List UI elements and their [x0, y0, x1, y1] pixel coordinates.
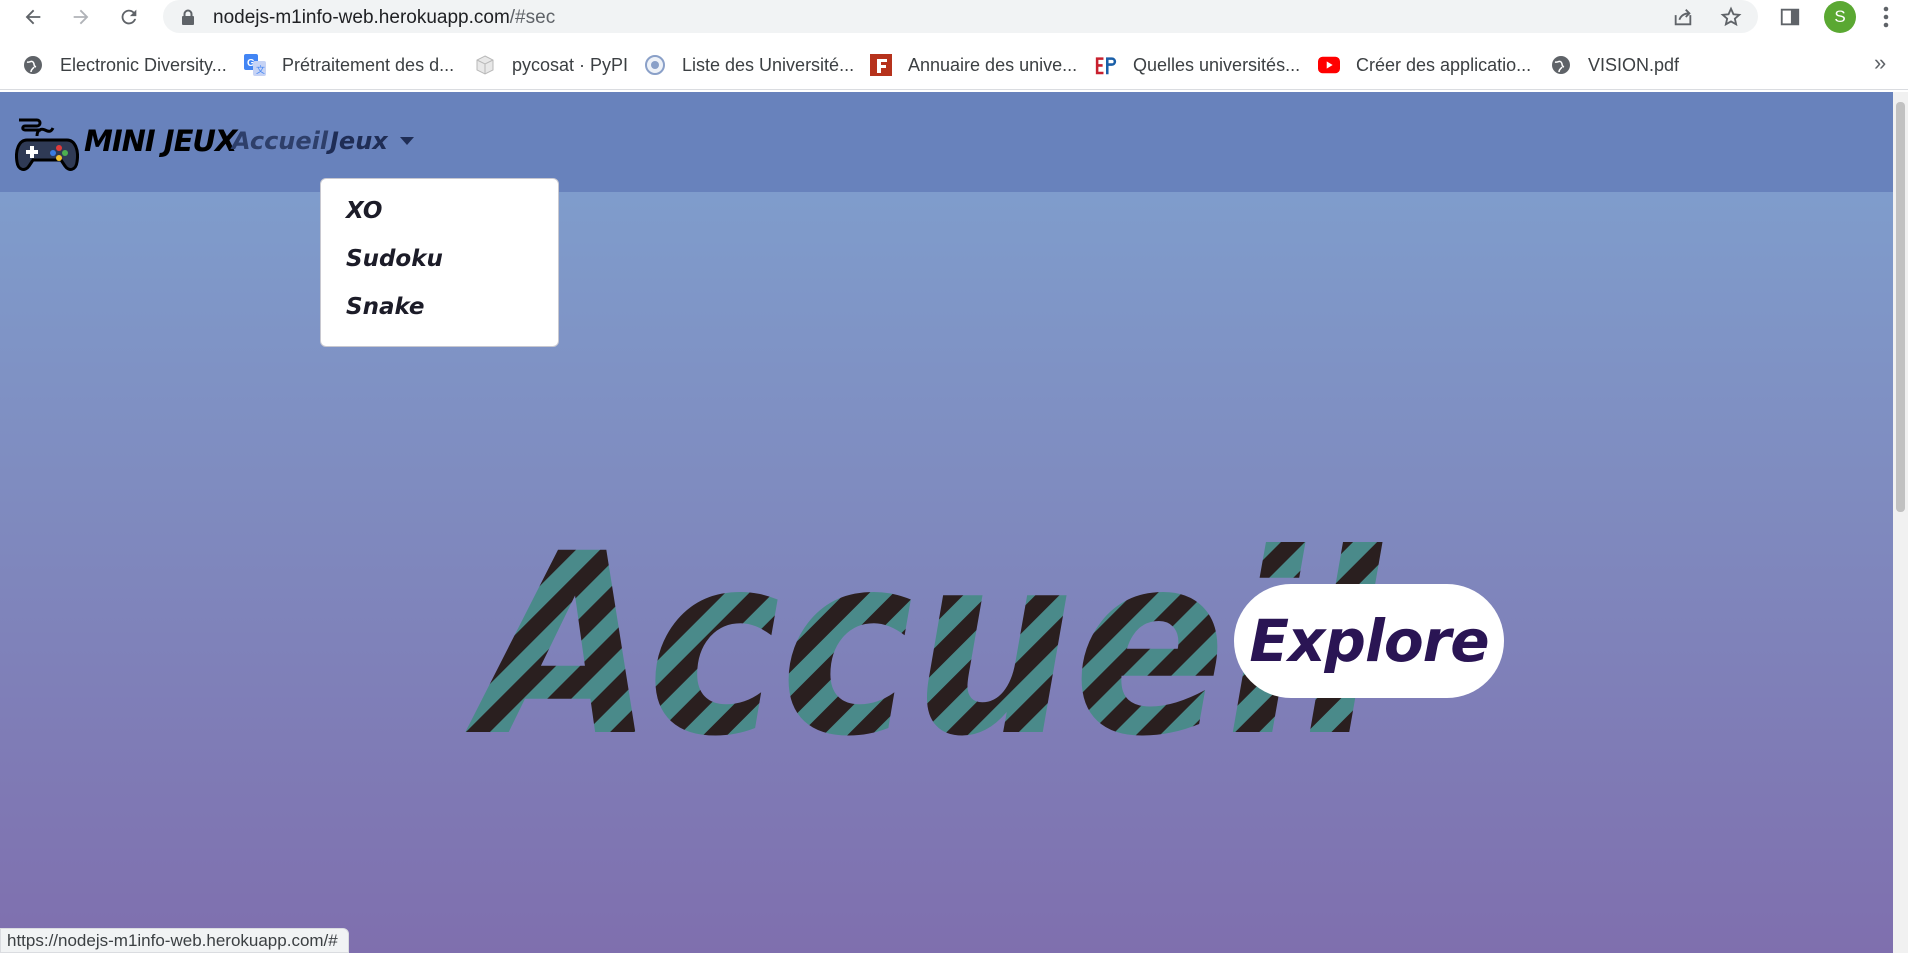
page-scrollbar[interactable]	[1893, 92, 1908, 953]
bookmark-label: Prétraitement des d...	[282, 54, 455, 75]
bookmark-item[interactable]: Liste des Université...	[644, 52, 854, 78]
bookmark-label: Liste des Université...	[682, 54, 855, 75]
address-bar[interactable]: nodejs-m1info-web.herokuapp.com/#sec	[163, 0, 1758, 33]
bookmark-item[interactable]: Annuaire des unive...	[870, 52, 1077, 78]
forward-arrow-icon	[73, 9, 89, 25]
back-button[interactable]	[19, 3, 47, 31]
bookmark-label: VISION.pdf	[1588, 54, 1680, 75]
status-bar-url: https://nodejs-m1info-web.herokuapp.com/…	[0, 928, 349, 953]
reload-button[interactable]	[115, 3, 143, 31]
bookmark-label: Créer des applicatio...	[1356, 54, 1532, 75]
bookmark-label: pycosat · PyPI	[512, 54, 629, 75]
dropdown-item-sudoku[interactable]: Sudoku	[346, 246, 443, 272]
bookmark-label: Electronic Diversity...	[60, 54, 227, 75]
side-panel-icon[interactable]	[1777, 4, 1803, 30]
seal-icon	[644, 54, 666, 76]
bookmark-item[interactable]: G文 Prétraitement des d...	[244, 52, 454, 78]
url-host: nodejs-m1info-web.herokuapp.com	[213, 7, 510, 28]
ep-logo-icon	[1095, 54, 1117, 76]
menu-kebab-icon[interactable]	[1873, 4, 1899, 30]
svg-text:文: 文	[256, 64, 265, 75]
bookmark-label: Annuaire des unive...	[908, 54, 1078, 75]
pypi-cube-icon	[474, 54, 496, 76]
bookmark-label: Quelles universités...	[1133, 54, 1301, 75]
f-logo-icon	[870, 54, 892, 76]
bookmark-item[interactable]: Quelles universités...	[1095, 52, 1300, 78]
back-arrow-icon	[25, 9, 41, 25]
share-icon[interactable]	[1671, 5, 1695, 29]
bookmark-star-icon[interactable]	[1719, 5, 1743, 29]
dropdown-item-snake[interactable]: Snake	[346, 294, 425, 320]
bookmarks-bar: Electronic Diversity... G文 Prétraitement…	[0, 40, 1908, 90]
dropdown-item-xo[interactable]: XO	[346, 198, 382, 224]
browser-toolbar: nodejs-m1info-web.herokuapp.com/#sec S	[0, 0, 1908, 35]
url-path: /#sec	[509, 7, 556, 28]
lock-icon	[181, 9, 195, 30]
hero-title-graphic: Accueil	[465, 500, 1383, 791]
google-translate-icon: G文	[244, 54, 266, 76]
jeux-dropdown-menu: XO Sudoku Snake	[320, 178, 559, 347]
bookmark-item[interactable]: VISION.pdf	[1550, 52, 1679, 78]
reload-icon	[121, 9, 137, 25]
bookmarks-overflow-button[interactable]: »	[1874, 50, 1886, 76]
explore-button[interactable]: Explore	[1234, 584, 1504, 698]
explore-button-label: Explore	[1249, 607, 1489, 675]
url-text: nodejs-m1info-web.herokuapp.com/#sec	[213, 7, 555, 29]
page-content: MINI JEUX Accueil Jeux Accueil Explore X…	[0, 92, 1900, 953]
youtube-icon	[1318, 54, 1340, 76]
bookmark-item[interactable]: pycosat · PyPI	[474, 52, 628, 78]
forward-button[interactable]	[67, 3, 95, 31]
globe-icon	[1550, 54, 1572, 76]
bookmark-item[interactable]: Electronic Diversity...	[22, 52, 227, 78]
avatar-letter: S	[1834, 7, 1846, 26]
scrollbar-thumb[interactable]	[1896, 102, 1905, 512]
bookmark-item[interactable]: Créer des applicatio...	[1318, 52, 1531, 78]
globe-icon	[22, 54, 44, 76]
profile-avatar[interactable]: S	[1824, 1, 1856, 33]
